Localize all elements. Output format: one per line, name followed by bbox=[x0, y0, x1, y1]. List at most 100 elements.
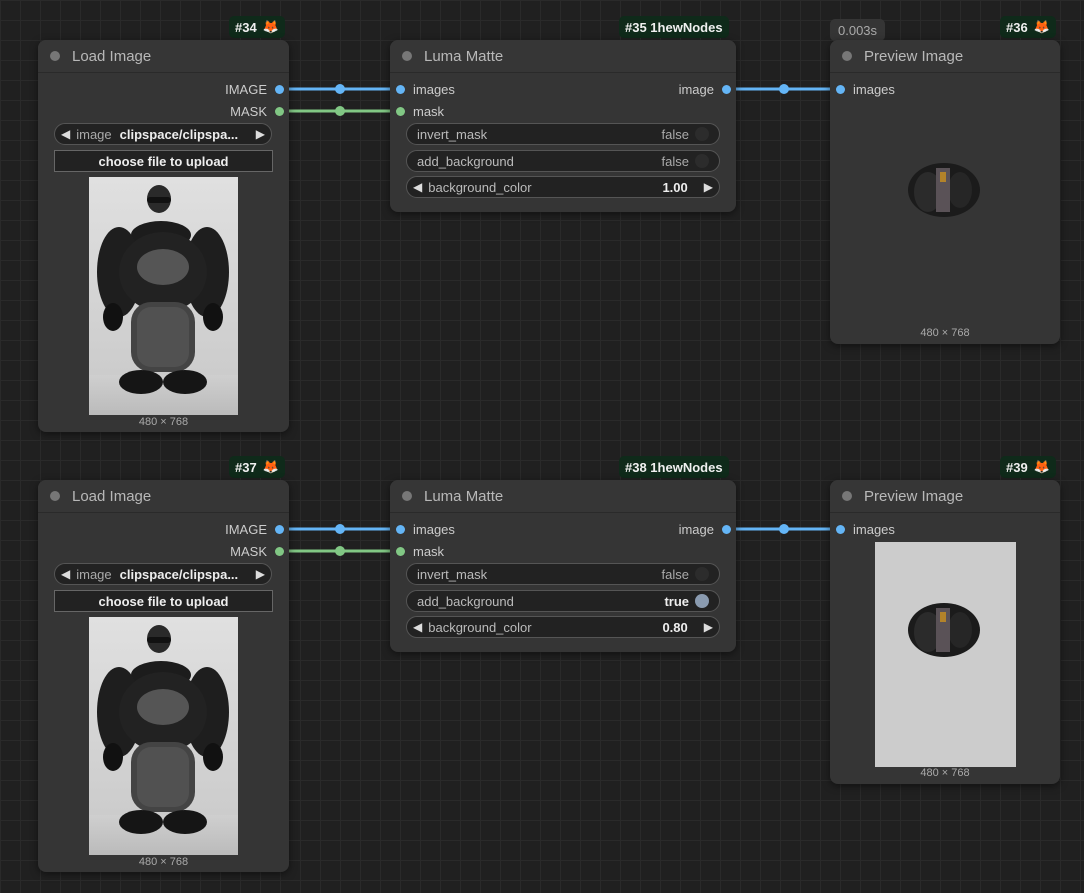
node-id-badge: #35 1hewNodes bbox=[619, 16, 729, 38]
image-size-caption: 480 × 768 bbox=[920, 767, 970, 779]
node-id-badge: #36 🦊 bbox=[1000, 16, 1056, 38]
triangle-right-icon[interactable]: ▶ bbox=[704, 620, 713, 634]
output-label: image bbox=[678, 521, 714, 537]
preview-image-node[interactable]: Preview Image images 480 × 768 bbox=[830, 40, 1060, 344]
node-title: Load Image bbox=[72, 47, 152, 65]
toggle-knob-icon[interactable] bbox=[695, 127, 709, 141]
triangle-right-icon[interactable]: ▶ bbox=[256, 567, 265, 581]
link-midpoint bbox=[779, 84, 789, 94]
toggle-knob-icon[interactable] bbox=[695, 154, 709, 168]
execution-time-badge: 0.003s bbox=[830, 19, 886, 41]
output-image-slot[interactable]: image bbox=[679, 520, 731, 538]
background-color-number[interactable]: ◀ background_color 1.00 ▶ bbox=[406, 176, 720, 198]
preview-image-node[interactable]: Preview Image images 480 × 768 bbox=[830, 480, 1060, 784]
output-socket-icon[interactable] bbox=[722, 524, 731, 534]
luma-matte-node[interactable]: Luma Matte images mask image invert_mask… bbox=[390, 40, 736, 212]
input-images-slot[interactable]: images bbox=[396, 520, 455, 538]
collapse-dot-icon[interactable] bbox=[402, 491, 412, 501]
input-images-slot[interactable]: images bbox=[836, 80, 895, 98]
input-socket-icon[interactable] bbox=[836, 84, 845, 94]
widget-name: image bbox=[76, 566, 112, 582]
link-midpoint bbox=[335, 84, 345, 94]
node-title-bar[interactable]: Luma Matte bbox=[390, 480, 736, 513]
node-title-bar[interactable]: Luma Matte bbox=[390, 40, 736, 73]
input-images-slot[interactable]: images bbox=[836, 520, 895, 538]
widget-value: false bbox=[661, 126, 689, 142]
widget-value: clipspace/clipspa... bbox=[119, 566, 239, 582]
load-image-node[interactable]: Load Image IMAGE MASK ◀ image clipspace/… bbox=[38, 40, 289, 432]
triangle-left-icon[interactable]: ◀ bbox=[61, 127, 70, 141]
image-combo-widget[interactable]: ◀ image clipspace/clipspa... ▶ bbox=[54, 123, 272, 145]
input-mask-slot[interactable]: mask bbox=[396, 102, 444, 120]
puffer-figure-icon bbox=[97, 625, 229, 834]
link-midpoint bbox=[779, 524, 789, 534]
upload-button[interactable]: choose file to upload bbox=[54, 150, 273, 172]
toggle-knob-icon[interactable] bbox=[695, 567, 709, 581]
add-background-toggle[interactable]: add_background true bbox=[406, 590, 720, 612]
upload-button[interactable]: choose file to upload bbox=[54, 590, 273, 612]
node-title-bar[interactable]: Load Image bbox=[38, 480, 289, 513]
collapse-dot-icon[interactable] bbox=[50, 51, 60, 61]
collapse-dot-icon[interactable] bbox=[50, 491, 60, 501]
triangle-left-icon[interactable]: ◀ bbox=[61, 567, 70, 581]
output-socket-icon[interactable] bbox=[275, 546, 284, 556]
input-images-slot[interactable]: images bbox=[396, 80, 455, 98]
input-label: mask bbox=[413, 543, 445, 559]
collapse-dot-icon[interactable] bbox=[842, 491, 852, 501]
output-mask-slot[interactable]: MASK bbox=[230, 102, 284, 120]
input-socket-icon[interactable] bbox=[836, 524, 845, 534]
widget-name: invert_mask bbox=[417, 566, 488, 582]
node-id-text: #34 bbox=[235, 19, 257, 35]
node-title-bar[interactable]: Preview Image bbox=[830, 40, 1060, 73]
output-label: IMAGE bbox=[225, 81, 267, 97]
invert-mask-toggle[interactable]: invert_mask false bbox=[406, 123, 720, 145]
input-socket-icon[interactable] bbox=[396, 84, 405, 94]
triangle-right-icon[interactable]: ▶ bbox=[256, 127, 265, 141]
output-mask-slot[interactable]: MASK bbox=[230, 542, 284, 560]
fox-icon: 🦊 bbox=[1033, 19, 1050, 34]
widget-name: add_background bbox=[417, 153, 514, 169]
node-id-badge: #37 🦊 bbox=[229, 456, 285, 478]
puffer-figure-icon bbox=[97, 185, 229, 394]
input-label: images bbox=[413, 81, 455, 97]
widget-value: 1.00 bbox=[662, 179, 688, 195]
input-label: images bbox=[853, 521, 895, 537]
output-image-slot[interactable]: image bbox=[679, 80, 731, 98]
output-socket-icon[interactable] bbox=[722, 84, 731, 94]
luma-matte-node[interactable]: Luma Matte images mask image invert_mask… bbox=[390, 480, 736, 652]
output-socket-icon[interactable] bbox=[275, 106, 284, 116]
node-graph-canvas[interactable]: #34 🦊 #35 1hewNodes 0.003s #36 🦊 Load Im… bbox=[0, 0, 1084, 893]
input-label: images bbox=[853, 81, 895, 97]
matte-result-image bbox=[908, 163, 980, 217]
input-mask-slot[interactable]: mask bbox=[396, 542, 444, 560]
node-title: Luma Matte bbox=[424, 47, 504, 65]
output-image-slot[interactable]: IMAGE bbox=[225, 80, 284, 98]
image-size-caption: 480 × 768 bbox=[920, 327, 970, 339]
triangle-right-icon[interactable]: ▶ bbox=[704, 180, 713, 194]
node-title-bar[interactable]: Preview Image bbox=[830, 480, 1060, 513]
collapse-dot-icon[interactable] bbox=[402, 51, 412, 61]
add-background-toggle[interactable]: add_background false bbox=[406, 150, 720, 172]
link-midpoint bbox=[335, 546, 345, 556]
input-socket-icon[interactable] bbox=[396, 106, 405, 116]
input-socket-icon[interactable] bbox=[396, 524, 405, 534]
loaded-image-preview bbox=[89, 177, 238, 415]
triangle-left-icon[interactable]: ◀ bbox=[413, 180, 422, 194]
load-image-node[interactable]: Load Image IMAGE MASK ◀ image clipspace/… bbox=[38, 480, 289, 872]
node-title: Preview Image bbox=[864, 487, 964, 505]
node-title-bar[interactable]: Load Image bbox=[38, 40, 289, 73]
link-midpoint bbox=[335, 106, 345, 116]
image-combo-widget[interactable]: ◀ image clipspace/clipspa... ▶ bbox=[54, 563, 272, 585]
node-id-text: #35 1hewNodes bbox=[625, 19, 723, 35]
node-id-badge: #34 🦊 bbox=[229, 16, 285, 38]
output-socket-icon[interactable] bbox=[275, 524, 284, 534]
triangle-left-icon[interactable]: ◀ bbox=[413, 620, 422, 634]
invert-mask-toggle[interactable]: invert_mask false bbox=[406, 563, 720, 585]
input-label: images bbox=[413, 521, 455, 537]
output-socket-icon[interactable] bbox=[275, 84, 284, 94]
output-image-slot[interactable]: IMAGE bbox=[225, 520, 284, 538]
background-color-number[interactable]: ◀ background_color 0.80 ▶ bbox=[406, 616, 720, 638]
collapse-dot-icon[interactable] bbox=[842, 51, 852, 61]
toggle-knob-icon[interactable] bbox=[695, 594, 709, 608]
input-socket-icon[interactable] bbox=[396, 546, 405, 556]
